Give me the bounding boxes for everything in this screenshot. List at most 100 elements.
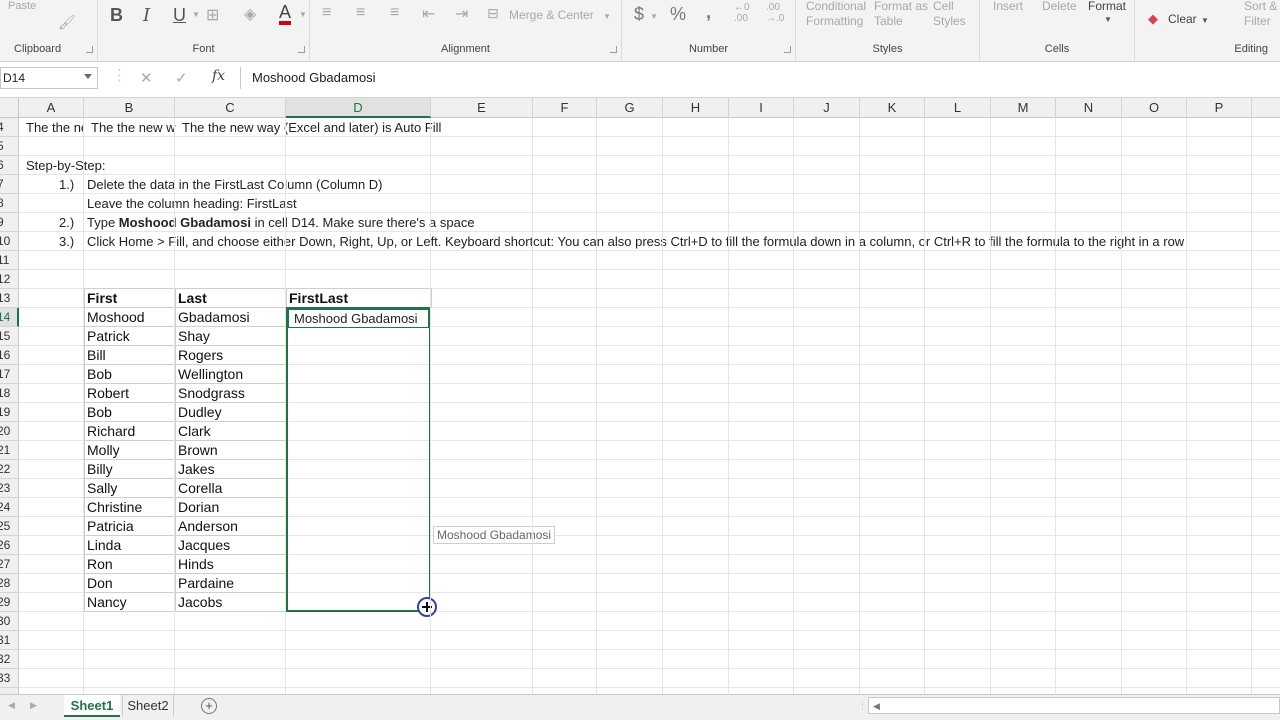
row-header-25[interactable]: 25 [0,517,19,536]
row-header-33[interactable]: 33 [0,669,19,688]
tab-sheet1[interactable]: Sheet1 [64,695,120,717]
column-header-b[interactable]: B [84,98,175,118]
table-cell-first[interactable]: Richard [85,422,175,441]
fill-color-icon[interactable]: ◈ [244,4,256,24]
column-header-d[interactable]: D [286,98,431,118]
table-cell-first[interactable]: Robert [85,384,175,403]
column-header-j[interactable]: J [794,98,860,118]
table-header-first[interactable]: First [85,289,175,308]
table-cell-last[interactable]: Brown [176,441,286,460]
more-options-icon[interactable]: ⋮ [112,66,127,84]
table-cell-first[interactable]: Nancy [85,593,175,612]
table-cell-first[interactable]: Patrick [85,327,175,346]
table-cell-first[interactable]: Don [85,574,175,593]
currency-button[interactable]: $ [634,4,644,25]
table-cell-first[interactable]: Ron [85,555,175,574]
row-header-31[interactable]: 31 [0,631,19,650]
table-cell-first[interactable]: Moshood [85,308,175,327]
row-header-32[interactable]: 32 [0,650,19,669]
row-header-24[interactable]: 24 [0,498,19,517]
format-as-table-button[interactable]: Format as Table [874,0,928,29]
table-cell-last[interactable]: Dudley [176,403,286,422]
tab-splitter-icon[interactable]: ⋮ [858,700,867,711]
row-header-22[interactable]: 22 [0,460,19,479]
row-header-4[interactable]: 4 [0,118,19,137]
row-header-10[interactable]: 10 [0,232,19,251]
step1-subtext[interactable]: Leave the column heading: FirstLast [87,194,297,213]
bold-button[interactable]: B [110,5,123,26]
row-header-6[interactable]: 6 [0,156,19,175]
increase-indent-icon[interactable]: ⇥ [455,4,468,24]
insert-function-icon[interactable]: fx [212,68,225,84]
table-cell-first[interactable]: Billy [85,460,175,479]
increase-decimal-button[interactable]: ←0.00 [734,2,750,24]
decrease-indent-icon[interactable]: ⇤ [422,4,435,24]
row-header-27[interactable]: 27 [0,555,19,574]
alignment-launcher-icon[interactable] [610,46,617,53]
row-header-13[interactable]: 13 [0,289,19,308]
cell-c4[interactable]: The the new way (Excel and later) is Aut… [182,118,441,137]
tab-sheet2[interactable]: Sheet2 [122,695,174,717]
fill-handle-cursor-icon[interactable] [417,597,437,617]
horizontal-scrollbar[interactable]: ◀ [868,697,1280,714]
decrease-decimal-button[interactable]: .00 →.0 [766,2,784,24]
column-header-p[interactable]: P [1187,98,1252,118]
percent-button[interactable]: % [670,4,686,25]
table-cell-first[interactable]: Bob [85,403,175,422]
underline-button[interactable]: U [173,5,186,26]
table-cell-last[interactable]: Wellington [176,365,286,384]
enter-icon[interactable]: ✓ [175,69,188,87]
row-header-30[interactable]: 30 [0,612,19,631]
row-header-23[interactable]: 23 [0,479,19,498]
step1-number[interactable]: 1.) [59,175,74,194]
table-header-last[interactable]: Last [176,289,286,308]
table-cell-last[interactable]: Dorian [176,498,286,517]
column-header-c[interactable]: C [175,98,286,118]
column-header-h[interactable]: H [663,98,729,118]
row-header-14[interactable]: 14 [0,308,19,327]
table-cell-last[interactable]: Clark [176,422,286,441]
table-cell-first[interactable]: Sally [85,479,175,498]
align-center-icon[interactable]: ≡ [356,4,365,22]
select-all-corner[interactable] [0,98,19,118]
row-header-8[interactable]: 8 [0,194,19,213]
column-header-a[interactable]: A [19,98,84,118]
step2-text[interactable]: Type Moshood Gbadamosi in cell D14. Make… [87,213,475,232]
currency-dropdown-icon[interactable]: ▼ [650,12,658,21]
cell-styles-button[interactable]: Cell Styles [933,0,966,29]
row-header-21[interactable]: 21 [0,441,19,460]
table-cell-last[interactable]: Shay [176,327,286,346]
column-header-g[interactable]: G [597,98,663,118]
merge-dropdown-icon[interactable]: ▼ [603,12,611,21]
table-cell-last[interactable]: Jakes [176,460,286,479]
row-header-12[interactable]: 12 [0,270,19,289]
table-cell-last[interactable]: Corella [176,479,286,498]
insert-button[interactable]: Insert [993,0,1023,13]
column-header-e[interactable]: E [431,98,533,118]
table-cell-last[interactable]: Anderson [176,517,286,536]
row-header-26[interactable]: 26 [0,536,19,555]
column-header-i[interactable]: I [729,98,794,118]
clear-button[interactable]: Clear [1168,12,1197,26]
step2-number[interactable]: 2.) [59,213,74,232]
formula-input[interactable]: Moshood Gbadamosi [240,67,1280,89]
row-header-20[interactable]: 20 [0,422,19,441]
row-header-29[interactable]: 29 [0,593,19,612]
table-cell-last[interactable]: Gbadamosi [176,308,286,327]
name-box-dropdown-icon[interactable] [84,74,92,79]
align-right-icon[interactable]: ≡ [390,4,399,22]
cancel-icon[interactable]: ✕ [140,69,153,87]
paste-button[interactable]: Paste [8,0,36,12]
font-color-button[interactable]: A [279,3,292,25]
column-header-m[interactable]: M [991,98,1056,118]
table-cell-last[interactable]: Jacobs [176,593,286,612]
delete-button[interactable]: Delete [1042,0,1077,13]
comma-button[interactable]: , [706,2,711,23]
table-cell-first[interactable]: Molly [85,441,175,460]
row-header-15[interactable]: 15 [0,327,19,346]
row-header-18[interactable]: 18 [0,384,19,403]
step3-number[interactable]: 3.) [59,232,74,251]
cell-d14-active[interactable]: Moshood Gbadamosi [288,309,429,328]
column-header-f[interactable]: F [533,98,597,118]
step1-text[interactable]: Delete the data in the FirstLast Column … [87,175,383,194]
